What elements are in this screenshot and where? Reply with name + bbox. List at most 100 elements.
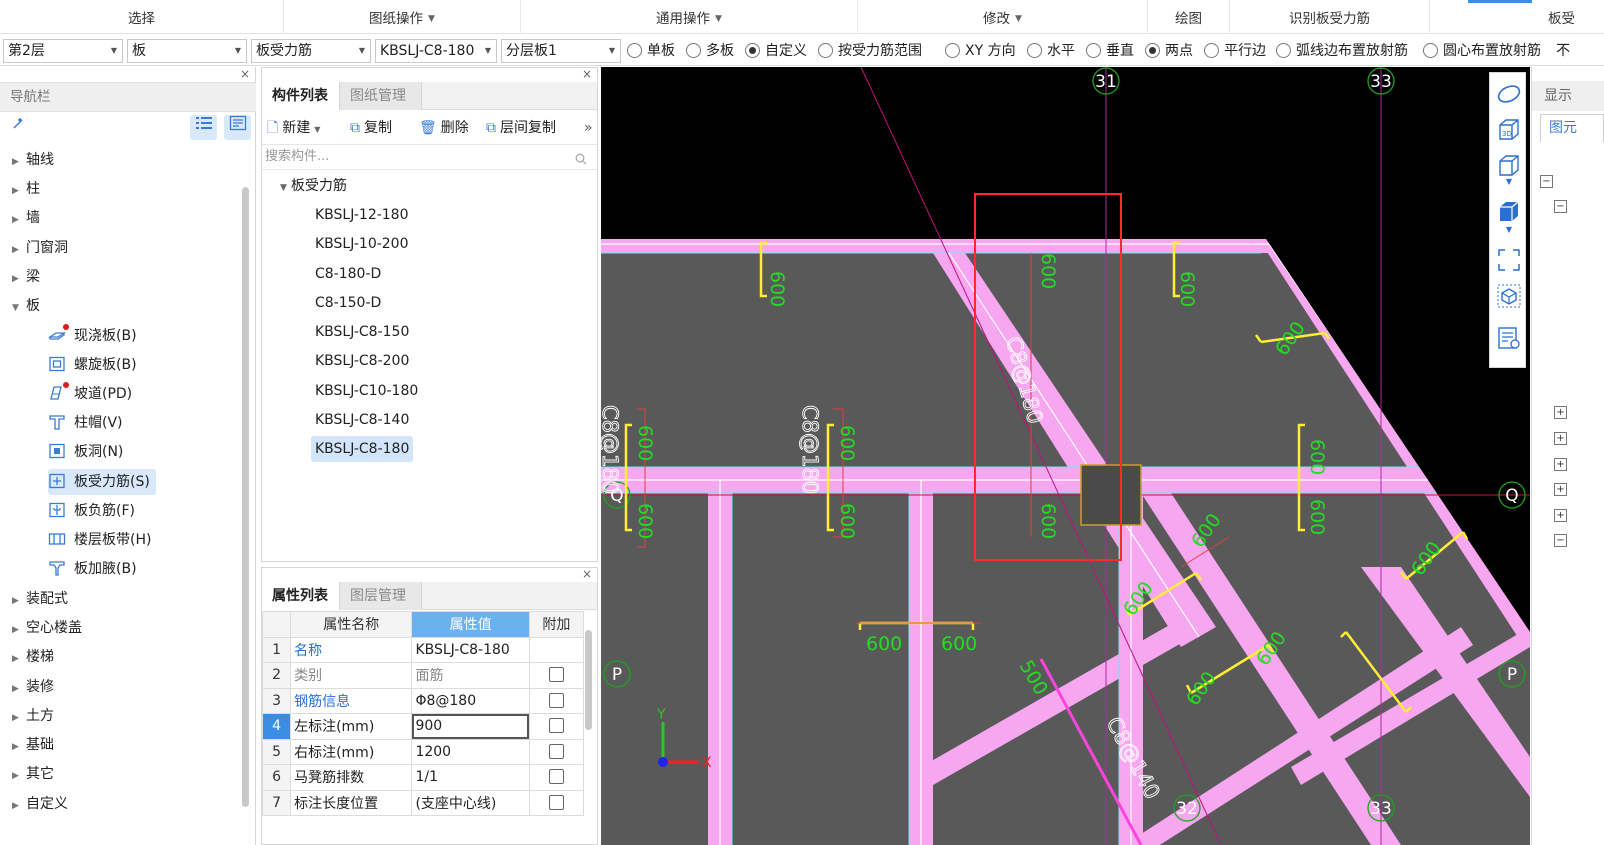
nav-sub-column-cap[interactable]: 柱帽(V): [48, 410, 129, 436]
nav-sub-negative-rebar[interactable]: 板负筋(F): [48, 498, 141, 524]
close-icon[interactable]: ×: [240, 67, 250, 81]
expand-toggle-icon[interactable]: +: [1554, 483, 1567, 496]
ribbon-group-slab-rebar[interactable]: 板受: [1520, 0, 1604, 34]
dynamic-view-icon[interactable]: [1496, 283, 1522, 309]
attach-checkbox[interactable]: [548, 769, 564, 785]
collapse-toggle-icon[interactable]: −: [1540, 175, 1553, 188]
table-row[interactable]: 4 左标注(mm) 900: [262, 713, 585, 740]
property-value[interactable]: 1/1: [411, 764, 530, 791]
ribbon-group-drawing-ops[interactable]: 图纸操作 ▼: [284, 0, 521, 34]
property-value[interactable]: KBSLJ-C8-180: [411, 636, 530, 663]
cad-drawing[interactable]: 31 33 Q Q P P 32 33 600 600 600 600 600: [601, 67, 1530, 845]
table-row[interactable]: 6 马凳筋排数 1/1: [262, 764, 585, 791]
copy-button[interactable]: ⧉ 复制: [350, 118, 392, 138]
radio-custom[interactable]: 自定义: [745, 41, 807, 61]
delete-button[interactable]: 🗑 删除: [419, 118, 469, 138]
add-icon[interactable]: [4, 116, 31, 141]
attach-checkbox[interactable]: [548, 743, 564, 759]
nav-item-other[interactable]: ▶ 其它: [12, 761, 54, 787]
property-value[interactable]: Φ8@180: [411, 687, 530, 714]
nav-sub-ramp[interactable]: 坡道(PD): [48, 381, 138, 407]
component-item[interactable]: KBSLJ-C8-140: [311, 407, 413, 433]
radio-parallel-edge[interactable]: 平行边: [1204, 41, 1266, 61]
collapse-toggle-icon[interactable]: −: [1554, 534, 1567, 547]
table-row[interactable]: 3 钢筋信息 Φ8@180: [262, 687, 585, 714]
property-value[interactable]: (支座中心线): [411, 789, 530, 816]
nav-item-slab[interactable]: ▼ 板: [12, 293, 40, 319]
floor-copy-button[interactable]: ⧉ 层间复制: [486, 118, 556, 138]
attach-checkbox[interactable]: [548, 718, 564, 734]
component-type-select[interactable]: 板受力筋 ▼: [251, 39, 371, 63]
nav-item-custom[interactable]: ▶ 自定义: [12, 791, 68, 817]
property-value-editing[interactable]: 900: [411, 713, 530, 740]
component-item[interactable]: KBSLJ-10-200: [311, 231, 413, 257]
nav-item-foundation[interactable]: ▶ 基础: [12, 732, 54, 758]
nav-sub-floor-strip[interactable]: 楼层板带(H): [48, 527, 157, 553]
component-group[interactable]: ▼ 板受力筋: [276, 173, 351, 199]
zoom-extents-icon[interactable]: [1496, 247, 1522, 273]
nav-sub-spiral-slab[interactable]: 螺旋板(B): [48, 352, 143, 378]
radio-multi-slab[interactable]: 多板: [686, 41, 734, 61]
attach-checkbox[interactable]: [548, 692, 564, 708]
expand-toggle-icon[interactable]: +: [1554, 406, 1567, 419]
tab-component-list[interactable]: 构件列表: [262, 82, 340, 110]
component-item-selected[interactable]: KBSLJ-C8-180: [311, 436, 414, 462]
attach-checkbox[interactable]: [548, 794, 564, 810]
tab-property-list[interactable]: 属性列表: [262, 582, 340, 610]
nav-item-stairs[interactable]: ▶ 楼梯: [12, 644, 54, 670]
column-block[interactable]: [1080, 464, 1142, 526]
collapse-toggle-icon[interactable]: −: [1554, 200, 1567, 213]
nav-item-hollow-floor[interactable]: ▶ 空心楼盖: [12, 615, 82, 641]
layer-settings-icon[interactable]: [1496, 325, 1522, 351]
component-item[interactable]: C8-180-D: [311, 261, 385, 287]
floor-select[interactable]: 第2层 ▼: [3, 39, 123, 63]
radio-horizontal[interactable]: 水平: [1027, 41, 1075, 61]
nav-sub-slab-haunch[interactable]: 板加腋(B): [48, 556, 143, 582]
tab-elements[interactable]: 图元: [1540, 114, 1604, 142]
expand-toggle-icon[interactable]: +: [1554, 458, 1567, 471]
nav-item-column[interactable]: ▶ 柱: [12, 176, 40, 202]
attach-checkbox[interactable]: [548, 667, 564, 683]
radio-by-rebar-range[interactable]: 按受力筋范围: [818, 41, 922, 61]
tab-drawing-management[interactable]: 图纸管理: [340, 82, 422, 110]
view-3d-icon[interactable]: 3D: [1496, 117, 1522, 143]
close-icon[interactable]: ×: [582, 67, 592, 81]
nav-item-earthwork[interactable]: ▶ 土方: [12, 703, 54, 729]
component-search-input[interactable]: 搜索构件...: [262, 144, 597, 170]
drawing-canvas[interactable]: 31 33 Q Q P P 32 33 600 600 600 600 600: [601, 67, 1530, 845]
nav-sub-slab-hole[interactable]: 板洞(N): [48, 439, 129, 465]
orbit-icon[interactable]: [1496, 81, 1522, 107]
nav-item-prefab[interactable]: ▶ 装配式: [12, 586, 68, 612]
table-row[interactable]: 7 标注长度位置 (支座中心线): [262, 789, 585, 816]
box-view-icon[interactable]: [1496, 153, 1522, 179]
nav-sub-slab-rebar[interactable]: 板受力筋(S): [48, 469, 156, 495]
property-value[interactable]: 面筋: [411, 662, 530, 689]
expand-toggle-icon[interactable]: +: [1554, 509, 1567, 522]
radio-center-radial[interactable]: 圆心布置放射筋: [1423, 41, 1541, 61]
component-item[interactable]: KBSLJ-C10-180: [311, 378, 422, 404]
slab-region[interactable]: [601, 239, 1530, 845]
nav-item-wall[interactable]: ▶ 墙: [12, 205, 40, 231]
radio-arc-edge-radial[interactable]: 弧线边布置放射筋: [1276, 41, 1408, 61]
ribbon-group-draw[interactable]: 绘图: [1148, 0, 1230, 34]
ribbon-group-modify[interactable]: 修改 ▼: [858, 0, 1148, 34]
nav-item-openings[interactable]: ▶ 门窗洞: [12, 235, 68, 261]
new-button[interactable]: 🗋 新建 ▼: [267, 118, 320, 138]
close-icon[interactable]: ×: [582, 568, 592, 581]
tab-layer-management[interactable]: 图层管理: [340, 582, 422, 610]
nav-sub-cast-slab[interactable]: 现浇板(B): [47, 323, 143, 349]
component-item[interactable]: KBSLJ-12-180: [311, 202, 413, 228]
ribbon-group-identify-rebar[interactable]: 识别板受力筋: [1230, 0, 1430, 34]
solid-box-icon[interactable]: [1496, 199, 1522, 225]
component-name-select[interactable]: KBSLJ-C8-180 ▼: [375, 39, 497, 63]
table-row[interactable]: 5 右标注(mm) 1200: [262, 738, 585, 765]
radio-xy-direction[interactable]: XY 方向: [945, 41, 1016, 61]
radio-vertical[interactable]: 垂直: [1086, 41, 1134, 61]
category-select[interactable]: 板 ▼: [127, 39, 247, 63]
nav-item-axis[interactable]: ▶ 轴线: [12, 147, 54, 173]
radio-two-points[interactable]: 两点: [1145, 41, 1193, 61]
expand-toggle-icon[interactable]: +: [1554, 432, 1567, 445]
component-item[interactable]: C8-150-D: [311, 290, 385, 316]
component-item[interactable]: KBSLJ-C8-200: [311, 348, 413, 374]
table-row[interactable]: 2 类别 面筋: [262, 662, 585, 689]
